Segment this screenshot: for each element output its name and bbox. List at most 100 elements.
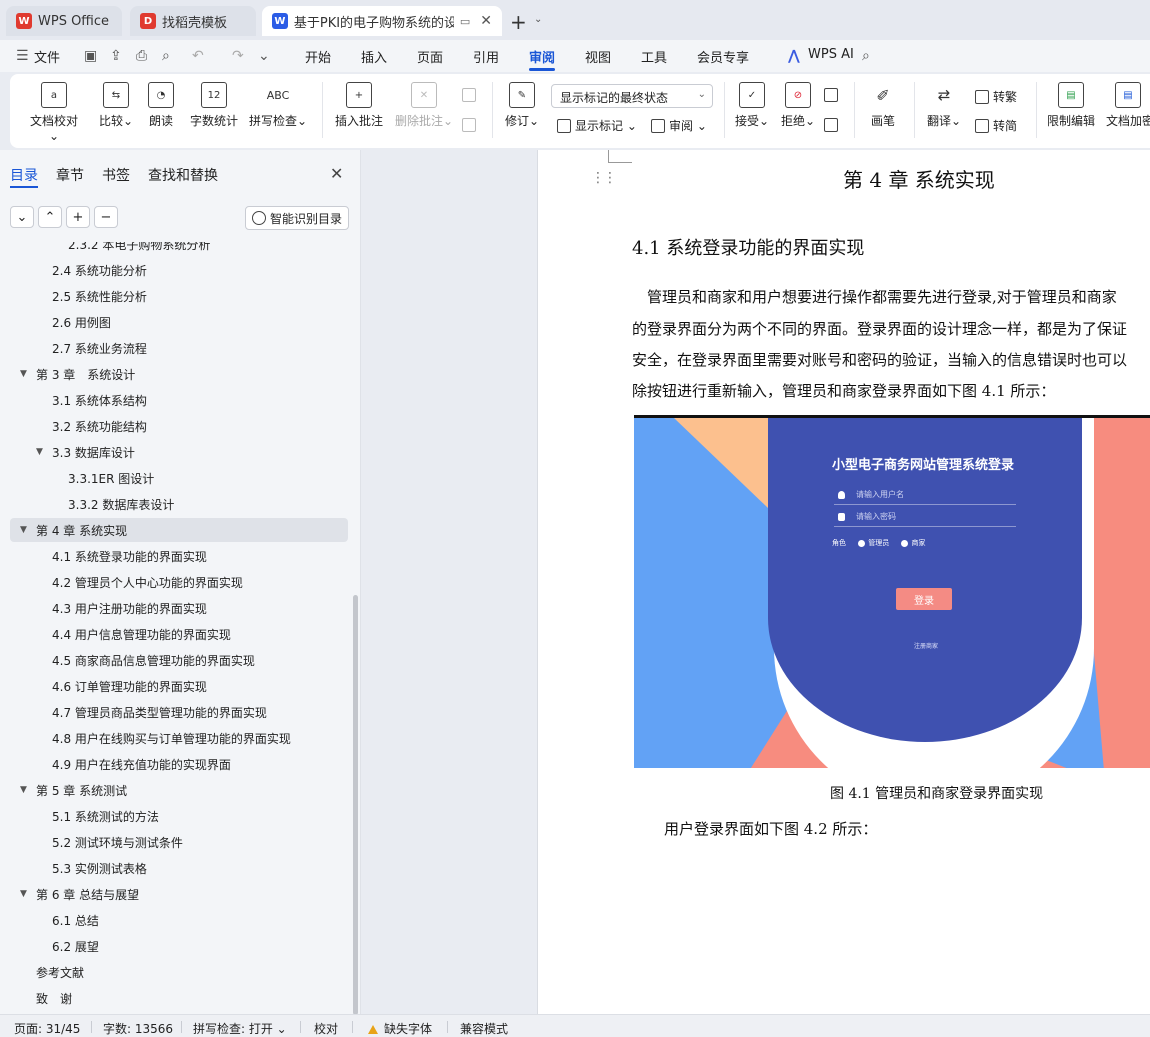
toc-item[interactable]: 3.3.2 数据库表设计 (10, 492, 348, 516)
toc-item[interactable]: 2.5 系统性能分析 (10, 284, 348, 308)
chapter-heading[interactable]: 第 4 章 系统实现 (843, 164, 995, 193)
toc-scrollbar-thumb[interactable] (353, 595, 358, 1015)
toc-item[interactable]: 4.6 订单管理功能的界面实现 (10, 674, 348, 698)
track-changes-button[interactable]: ✎ 修订⌄ (502, 82, 542, 129)
missing-font-indicator[interactable]: 缺失字体 (368, 1020, 432, 1037)
collapse-button[interactable]: ⌄ (10, 206, 34, 228)
expand-button[interactable]: ⌃ (38, 206, 62, 228)
menu-tools[interactable]: 工具 (641, 47, 667, 66)
print-icon[interactable]: ⎙ (136, 48, 147, 64)
next-change-button[interactable] (824, 118, 842, 132)
toc-item[interactable]: 参考文献 (10, 960, 348, 984)
toc-item[interactable]: ▼ 第 3 章 系统设计 (10, 362, 348, 386)
toc-item[interactable]: 4.5 商家商品信息管理功能的界面实现 (10, 648, 348, 672)
word-count-indicator[interactable]: 字数: 13566 (103, 1020, 173, 1037)
hamburger-icon[interactable]: ☰ (16, 48, 29, 64)
caret-down-icon[interactable]: ▼ (20, 369, 27, 379)
nav-tab-bookmarks[interactable]: 书签 (102, 165, 130, 185)
menu-reference[interactable]: 引用 (473, 47, 499, 66)
paragraph-line[interactable]: 的登录界面分为两个不同的界面。登录界面的设计理念一样，都是为了保证 (632, 318, 1127, 339)
menu-file[interactable]: 文件 (34, 47, 60, 66)
nav-tab-find-replace[interactable]: 查找和替换 (148, 165, 218, 185)
caret-down-icon[interactable]: ▼ (20, 785, 27, 795)
paragraph-line[interactable]: 管理员和商家和用户想要进行操作都需要先进行登录,对于管理员和商家 (632, 286, 1117, 307)
toc-item[interactable]: 4.8 用户在线购买与订单管理功能的界面实现 (10, 726, 348, 750)
figure-caption[interactable]: 图 4.1 管理员和商家登录界面实现 (830, 783, 1043, 803)
menu-page[interactable]: 页面 (417, 47, 443, 66)
menu-review[interactable]: 审阅 (529, 47, 555, 66)
caret-down-icon[interactable]: ▼ (36, 447, 43, 457)
to-simplified-button[interactable]: 转简 (975, 117, 1017, 134)
markup-mode-select[interactable]: 显示标记的最终状态 ⌄ (551, 84, 713, 108)
translate-button[interactable]: ⇄ 翻译⌄ (924, 82, 964, 129)
close-pane-icon[interactable]: ✕ (330, 164, 343, 183)
review-pane-button[interactable]: 审阅 ⌄ (651, 117, 707, 134)
toc-item[interactable]: ▼ 第 4 章 系统实现 (10, 518, 348, 542)
tab-document[interactable]: W 基于PKI的电子购物系统的设计 ▭ ✕ (262, 6, 502, 36)
nav-tab-toc[interactable]: 目录 (10, 165, 38, 185)
toc-item[interactable]: 2.7 系统业务流程 (10, 336, 348, 360)
toc-item[interactable]: 3.3.1ER 图设计 (10, 466, 348, 490)
smart-toc-button[interactable]: 智能识别目录 (245, 206, 349, 230)
remove-heading-button[interactable]: − (94, 206, 118, 228)
toc-item[interactable]: 2.3.2 本电子购物系统分析 (10, 242, 348, 256)
reject-button[interactable]: ⊘ 拒绝⌄ (778, 82, 818, 129)
toc-item[interactable]: 2.4 系统功能分析 (10, 258, 348, 282)
toc-item[interactable]: ▼ 3.3 数据库设计 (10, 440, 348, 464)
new-tab-button[interactable]: + (510, 10, 527, 34)
compare-button[interactable]: ⇆ 比较⌄ (96, 82, 136, 129)
menu-view[interactable]: 视图 (585, 47, 611, 66)
prev-comment-button[interactable] (462, 88, 480, 102)
toc-item[interactable]: 4.2 管理员个人中心功能的界面实现 (10, 570, 348, 594)
save-icon[interactable]: ▣ (84, 48, 97, 64)
toc-item[interactable]: 5.2 测试环境与测试条件 (10, 830, 348, 854)
login-screenshot-figure[interactable]: 小型电子商务网站管理系统登录 请输入用户名 请输入密码 角色 管理员 商家 登录… (634, 415, 1150, 768)
print-preview-icon[interactable]: ⌕ (162, 48, 170, 64)
toc-item[interactable]: 2.6 用例图 (10, 310, 348, 334)
menu-start[interactable]: 开始 (305, 47, 331, 66)
page-indicator[interactable]: 页面: 31/45 (14, 1020, 80, 1037)
paragraph-line[interactable]: 安全，在登录界面里需要对账号和密码的验证，当输入的信息错误时也可以 (632, 349, 1127, 370)
caret-down-icon[interactable]: ▼ (20, 889, 27, 899)
toc-item[interactable]: 3.2 系统功能结构 (10, 414, 348, 438)
doc-encrypt-button[interactable]: ▤ 文档加密 (1106, 82, 1150, 129)
next-comment-button[interactable] (462, 118, 480, 132)
toc-item[interactable]: 6.1 总结 (10, 908, 348, 932)
accept-button[interactable]: ✓ 接受⌄ (732, 82, 772, 129)
delete-comment-button[interactable]: ✕ 删除批注⌄ (394, 82, 454, 129)
toc-item[interactable]: 5.3 实例测试表格 (10, 856, 348, 880)
spell-check-button[interactable]: ABC 拼写检查⌄ (248, 82, 308, 129)
undo-icon[interactable]: ↶ (192, 48, 204, 64)
word-count-button[interactable]: 12 字数统计 (188, 82, 240, 129)
restrict-editing-button[interactable]: ▤ 限制编辑 (1046, 82, 1096, 129)
proofread-button[interactable]: a 文档校对⌄ (26, 82, 82, 143)
toc-item[interactable]: 4.4 用户信息管理功能的界面实现 (10, 622, 348, 646)
document-page[interactable]: ⋮⋮ 第 4 章 系统实现 4.1 系统登录功能的界面实现 管理员和商家和用户想… (537, 150, 1150, 1014)
paragraph-line[interactable]: 用户登录界面如下图 4.2 所示： (664, 818, 877, 839)
toc-item[interactable]: 4.1 系统登录功能的界面实现 (10, 544, 348, 568)
export-icon[interactable]: ⇪ (110, 48, 122, 64)
tab-template[interactable]: D 找稻壳模板 (130, 6, 256, 36)
toc-item[interactable]: 致 谢 (10, 986, 348, 1010)
close-tab-icon[interactable]: ✕ (480, 13, 492, 29)
toc-item[interactable]: 6.2 展望 (10, 934, 348, 958)
section-heading[interactable]: 4.1 系统登录功能的界面实现 (632, 234, 864, 260)
toc-item[interactable]: 4.3 用户注册功能的界面实现 (10, 596, 348, 620)
show-markup-button[interactable]: 显示标记 ⌄ (557, 117, 637, 134)
menu-wps-ai[interactable]: WPS AI (808, 47, 854, 62)
tab-wps-office[interactable]: W WPS Office (6, 6, 122, 36)
prev-change-button[interactable] (824, 88, 842, 102)
toc-item[interactable]: ▼ 第 6 章 总结与展望 (10, 882, 348, 906)
redo-icon[interactable]: ↷ (232, 48, 244, 64)
proof-indicator[interactable]: 校对 (314, 1020, 338, 1037)
chevron-down-icon[interactable]: ⌄ (534, 14, 542, 25)
read-aloud-button[interactable]: ◔ 朗读 (146, 82, 176, 129)
caret-down-icon[interactable]: ▼ (20, 525, 27, 535)
search-icon[interactable]: ⌕ (862, 48, 870, 64)
drag-handle-icon[interactable]: ⋮⋮ (591, 171, 617, 185)
menu-insert[interactable]: 插入 (361, 47, 387, 66)
menu-membership[interactable]: 会员专享 (697, 47, 749, 66)
to-traditional-button[interactable]: 转繁 (975, 88, 1017, 105)
spell-check-indicator[interactable]: 拼写检查: 打开 ⌄ (193, 1020, 287, 1037)
compat-mode-indicator[interactable]: 兼容模式 (460, 1020, 508, 1037)
